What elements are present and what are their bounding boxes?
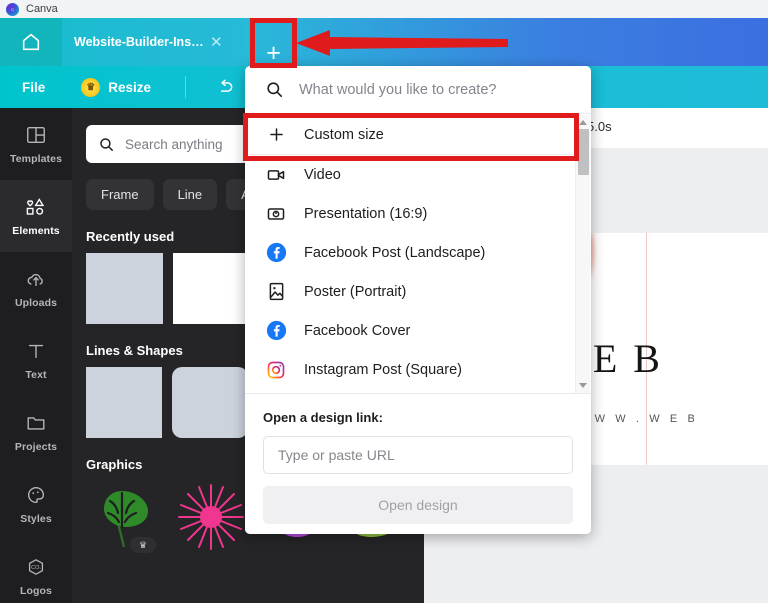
- video-camera-icon: [265, 164, 287, 186]
- dropdown-item-label: Poster (Portrait): [304, 283, 407, 300]
- svg-text:CO.: CO.: [31, 565, 41, 571]
- left-arrow-annotation: [296, 30, 508, 56]
- triangle-up-icon[interactable]: [579, 120, 587, 125]
- text-icon: [25, 339, 47, 363]
- create-design-dropdown: What would you like to create? Custom si…: [245, 66, 591, 534]
- sidebar-item-label: Text: [25, 369, 47, 381]
- dropdown-item-label: Facebook Post (Landscape): [304, 244, 486, 261]
- plus-icon: [265, 124, 287, 146]
- facebook-icon: [265, 320, 287, 342]
- poster-image-icon: [265, 281, 287, 303]
- sidebar-item-logos[interactable]: CO. Logos: [0, 540, 72, 603]
- undo-icon: [220, 79, 233, 92]
- left-sidebar-rail: Templates Elements Uploads Text Projects…: [0, 108, 72, 603]
- home-icon: [22, 33, 40, 51]
- dropdown-item-label: Custom size: [304, 126, 384, 143]
- browser-tab-label: Canva: [26, 3, 58, 15]
- sidebar-item-templates[interactable]: Templates: [0, 108, 72, 180]
- undo-button[interactable]: [214, 77, 236, 97]
- panel-search-placeholder: Search anything: [125, 136, 223, 152]
- file-menu-button[interactable]: File: [22, 80, 45, 95]
- sidebar-item-text[interactable]: Text: [0, 324, 72, 396]
- dropdown-item-video[interactable]: Video: [245, 155, 591, 194]
- search-icon: [100, 137, 113, 151]
- open-design-link-title: Open a design link:: [263, 410, 383, 425]
- canva-app-window: C Canva Website-Builder-Insider-S Websit…: [0, 0, 768, 603]
- sidebar-item-label: Uploads: [14, 297, 58, 309]
- dropdown-item-facebook-post[interactable]: Facebook Post (Landscape): [245, 233, 591, 272]
- chip-frame[interactable]: Frame: [86, 179, 154, 210]
- file-menu-label: File: [22, 79, 46, 95]
- shape-square[interactable]: [86, 367, 162, 438]
- sidebar-item-label: Projects: [14, 441, 58, 453]
- dropdown-item-facebook-cover[interactable]: Facebook Cover: [245, 311, 591, 350]
- design-url-input[interactable]: Type or paste URL: [263, 436, 573, 474]
- starburst-icon: [178, 484, 244, 550]
- chip-line[interactable]: Line: [162, 179, 218, 210]
- active-design-tab-title: Website-Builder-Insid…: [74, 35, 204, 49]
- logo-hexagon-icon: CO.: [24, 555, 48, 579]
- dropdown-item-presentation[interactable]: Presentation (16:9): [245, 194, 591, 233]
- shape-rounded-square[interactable]: [172, 367, 248, 438]
- dropdown-item-label: Instagram Post (Square): [304, 361, 462, 378]
- design-url-placeholder: Type or paste URL: [278, 447, 395, 463]
- sidebar-item-elements[interactable]: Elements: [0, 180, 72, 252]
- sidebar-item-uploads[interactable]: Uploads: [0, 252, 72, 324]
- upload-cloud-icon: [24, 267, 48, 291]
- instagram-icon: [265, 359, 287, 381]
- thumbnail-item[interactable]: [86, 253, 163, 324]
- sidebar-item-projects[interactable]: Projects: [0, 396, 72, 468]
- search-icon: [267, 82, 283, 98]
- sidebar-item-label: Templates: [9, 153, 63, 165]
- toolbar-divider: [185, 76, 187, 98]
- design-url-text: W W W . W E B: [574, 413, 699, 425]
- close-icon[interactable]: ✕: [210, 33, 223, 51]
- sidebar-item-label: Logos: [20, 585, 52, 597]
- graphic-monstera-leaf[interactable]: ♛: [86, 481, 164, 555]
- crown-icon: ♛: [130, 537, 156, 553]
- open-design-button[interactable]: Open design: [263, 486, 573, 524]
- thumbnail-item[interactable]: [173, 253, 250, 324]
- home-button[interactable]: [0, 18, 62, 66]
- resize-label: Resize: [108, 79, 152, 95]
- browser-bar: C Canva: [0, 0, 768, 18]
- dropdown-item-label: Video: [304, 166, 341, 183]
- dropdown-item-instagram-post[interactable]: Instagram Post (Square): [245, 350, 591, 389]
- sidebar-item-label: Elements: [12, 225, 60, 237]
- triangle-down-icon[interactable]: [579, 383, 587, 388]
- dropdown-search-placeholder: What would you like to create?: [299, 81, 497, 98]
- open-design-button-label: Open design: [378, 497, 458, 513]
- dropdown-item-label: Presentation (16:9): [304, 205, 428, 222]
- dropdown-item-poster[interactable]: Poster (Portrait): [245, 272, 591, 311]
- open-design-link-section: Open a design link: Type or paste URL Op…: [245, 393, 591, 534]
- templates-icon: [25, 123, 47, 147]
- graphic-pink-starburst[interactable]: [172, 481, 250, 555]
- palette-icon: [25, 483, 47, 507]
- folder-icon: [25, 411, 47, 435]
- plus-icon: +: [266, 38, 281, 67]
- dropdown-item-label: Facebook Cover: [304, 322, 411, 339]
- scrollbar-thumb[interactable]: [578, 129, 589, 175]
- sidebar-item-label: Styles: [20, 513, 52, 525]
- dropdown-scrollbar[interactable]: [575, 115, 590, 393]
- dropdown-item-list: Custom size Video Presentation (16:9) Fa…: [245, 115, 591, 393]
- active-design-tab[interactable]: Website-Builder-Insid… ✕: [62, 18, 244, 66]
- dropdown-item-custom-size[interactable]: Custom size: [245, 115, 591, 154]
- elements-icon: [23, 195, 49, 219]
- new-design-button[interactable]: +: [253, 38, 294, 68]
- dropdown-search-input[interactable]: What would you like to create?: [245, 66, 591, 114]
- presentation-icon: [265, 203, 287, 225]
- canva-logo-icon: C: [6, 2, 19, 16]
- crown-icon: ♛: [81, 77, 101, 97]
- sidebar-item-styles[interactable]: Styles: [0, 468, 72, 540]
- resize-button[interactable]: ♛ Resize: [81, 77, 152, 97]
- facebook-icon: [265, 242, 287, 264]
